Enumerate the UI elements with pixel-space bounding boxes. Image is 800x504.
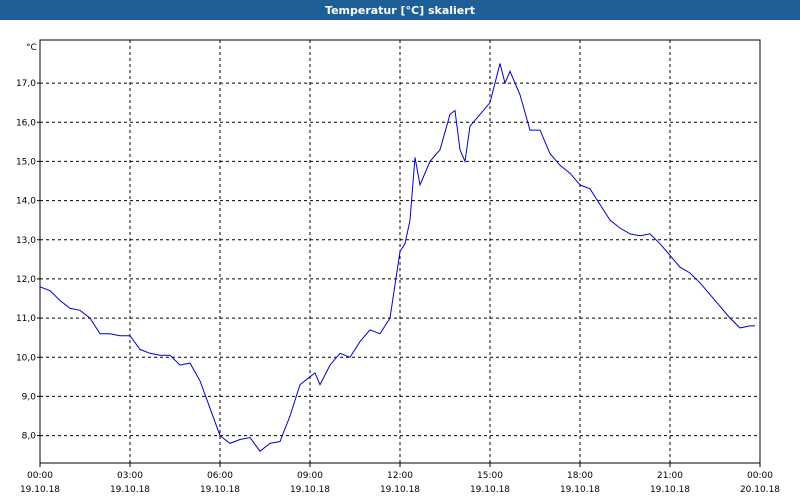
y-tick-label: 12,0 bbox=[16, 275, 36, 285]
x-tick-date-label: 19.10.18 bbox=[650, 485, 690, 495]
x-axis-ticks: 00:00 19.10.18 03:00 19.10.18 06:00 19.10.18 0… bbox=[20, 463, 780, 495]
x-tick-date-label: 19.10.18 bbox=[20, 485, 60, 495]
x-tick-time-label: 09:00 bbox=[297, 471, 323, 481]
x-tick-date-label: 20.10.18 bbox=[740, 485, 780, 495]
y-axis-unit-label: °C bbox=[26, 43, 37, 53]
y-tick-label: 15,0 bbox=[16, 157, 36, 167]
x-tick-date-label: 19.10.18 bbox=[110, 485, 150, 495]
x-tick-date-label: 19.10.18 bbox=[290, 485, 330, 495]
y-tick-label: 11,0 bbox=[16, 314, 36, 324]
y-tick-label: 9,0 bbox=[22, 392, 37, 402]
temperature-series-line bbox=[39, 63, 755, 453]
x-tick-time-label: 06:00 bbox=[207, 471, 233, 481]
x-tick-time-label: 18:00 bbox=[567, 471, 593, 481]
x-tick-time-label: 03:00 bbox=[117, 471, 143, 481]
y-tick-label: 16,0 bbox=[16, 118, 36, 128]
y-tick-label: 13,0 bbox=[16, 236, 36, 246]
temperature-chart: °C 8,0 9,0 10,0 11,0 12,0 13,0 14,0 15,0 16,0 17,… bbox=[16, 39, 780, 495]
x-tick-time-label: 00:00 bbox=[747, 471, 773, 481]
chart-area: °C 8,0 9,0 10,0 11,0 12,0 13,0 14,0 15,0 16,0 17,… bbox=[0, 20, 800, 500]
y-tick-label: 14,0 bbox=[16, 197, 36, 207]
x-tick-date-label: 19.10.18 bbox=[200, 485, 240, 495]
x-tick-time-label: 00:00 bbox=[27, 471, 53, 481]
x-tick-date-label: 19.10.18 bbox=[470, 485, 510, 495]
x-tick-time-label: 12:00 bbox=[387, 471, 413, 481]
y-tick-label: 8,0 bbox=[22, 432, 37, 442]
x-tick-time-label: 21:00 bbox=[657, 471, 683, 481]
x-tick-date-label: 19.10.18 bbox=[560, 485, 600, 495]
y-axis-ticks: 8,0 9,0 10,0 11,0 12,0 13,0 14,0 15,0 16,0 17,0 bbox=[16, 79, 40, 442]
y-tick-label: 10,0 bbox=[16, 353, 36, 363]
y-tick-label: 17,0 bbox=[16, 79, 36, 89]
window-title: Temperatur [°C] skaliert bbox=[0, 0, 800, 20]
x-tick-time-label: 15:00 bbox=[477, 471, 503, 481]
x-tick-date-label: 19.10.18 bbox=[380, 485, 420, 495]
